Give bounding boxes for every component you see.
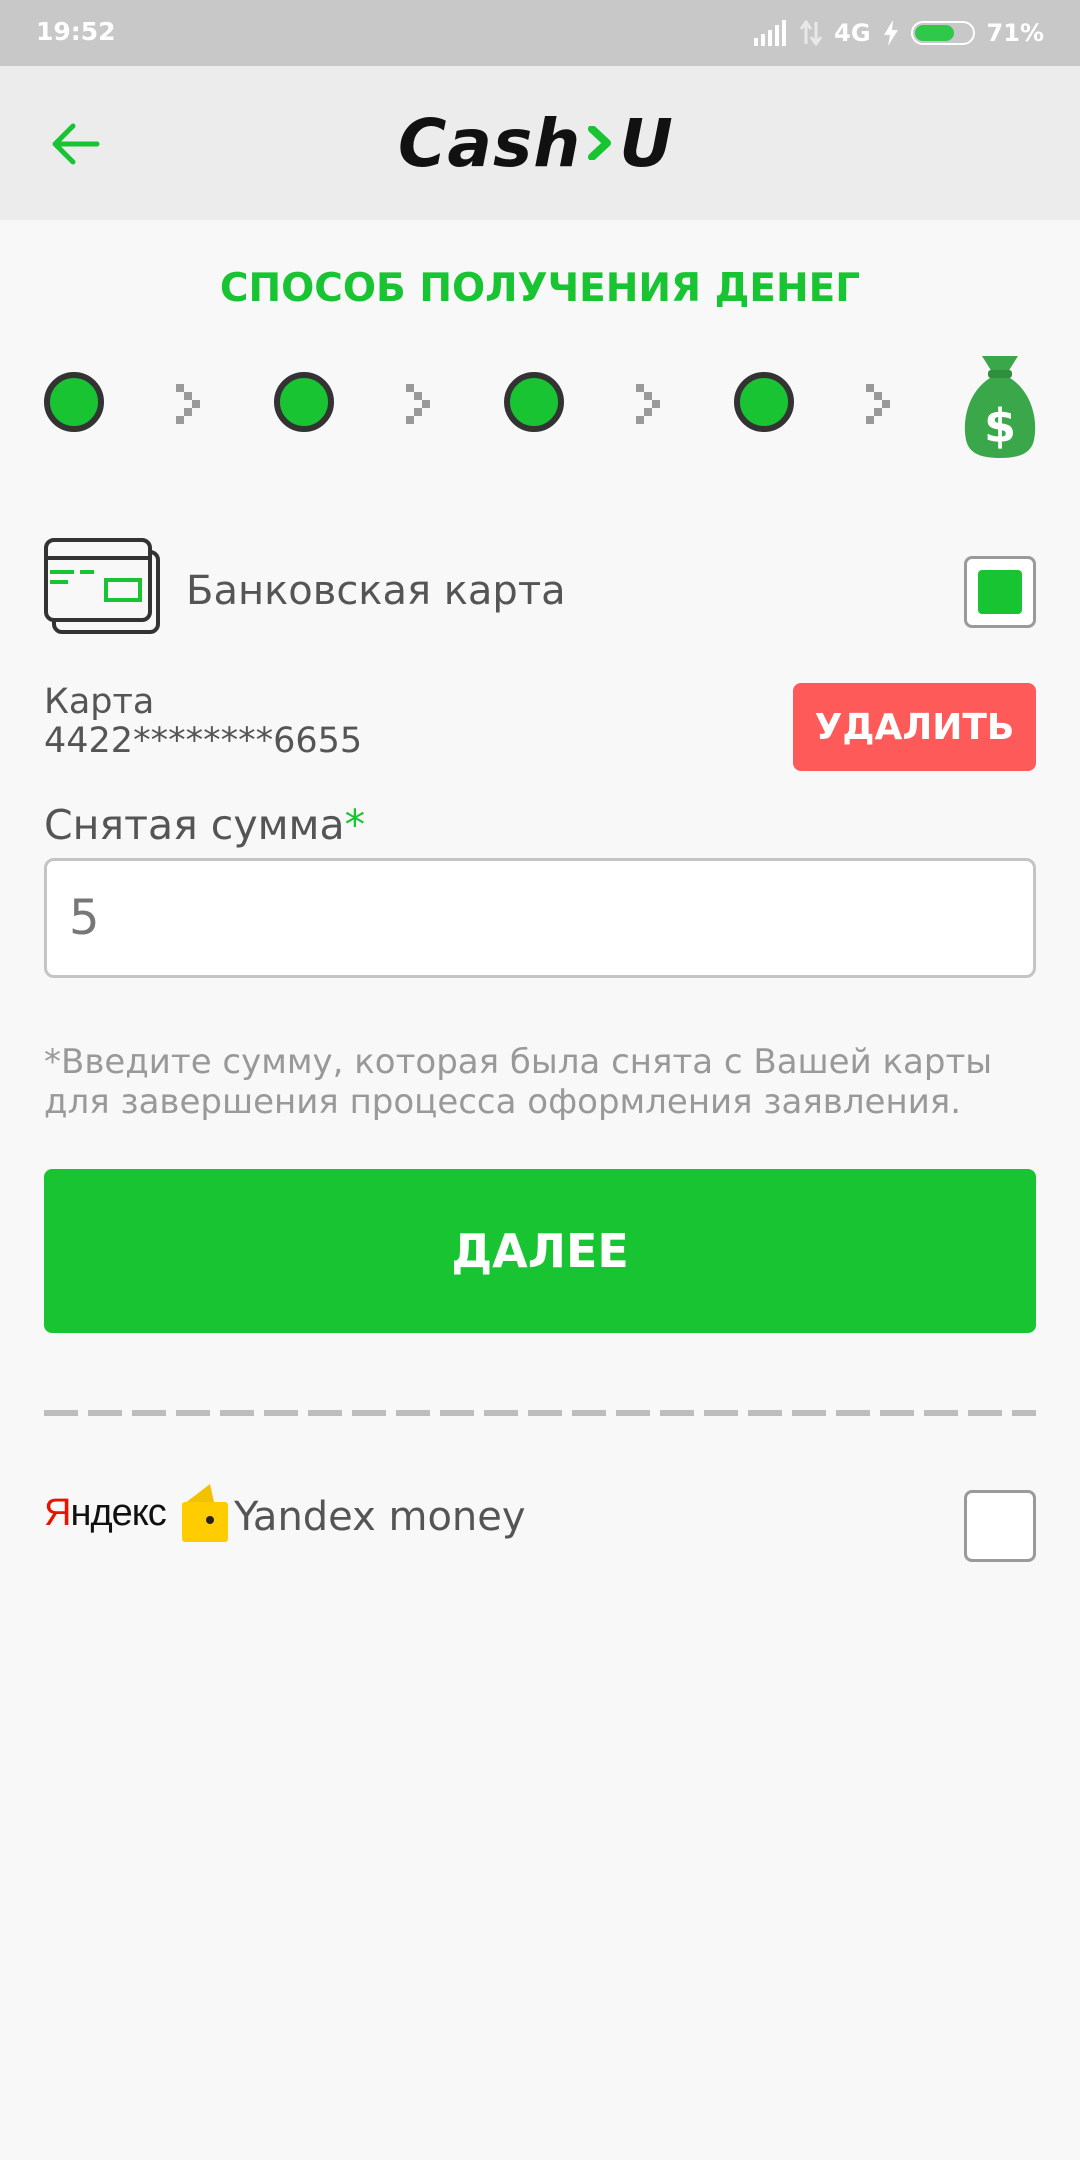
yandex-brand: Яндекс [44, 1491, 167, 1534]
logo-text-left: Cash [398, 104, 582, 182]
logo-text-right: U [619, 104, 674, 182]
step-chevron-icon [866, 384, 890, 424]
checkbox-checked-mark [978, 570, 1022, 614]
status-bar: 19:52 4G 71% [0, 0, 1080, 66]
credit-card-icon [44, 538, 160, 634]
next-button[interactable]: ДАЛЕЕ [44, 1169, 1036, 1333]
battery-icon [910, 21, 975, 45]
card-number: 4422********6655 [44, 721, 363, 761]
arrow-left-icon [52, 123, 100, 165]
required-mark: * [344, 801, 366, 849]
dashed-divider [44, 1410, 1036, 1416]
card-info: Карта 4422********6655 [44, 683, 362, 761]
amount-hint: *Введите сумму, которая была снята с Ваш… [44, 1042, 993, 1122]
status-time: 19:52 [36, 17, 116, 46]
step-chevron-icon [406, 384, 430, 424]
amount-input[interactable] [44, 858, 1036, 978]
yandex-money-option[interactable]: Яндекс Yandex money [44, 1470, 1036, 1580]
yandex-wallet-icon [181, 1484, 228, 1542]
money-bag-icon: $ [964, 356, 1036, 458]
network-type: 4G [834, 19, 871, 47]
card-caption: Карта [44, 682, 155, 722]
yandex-logo: Яндекс [44, 1482, 230, 1544]
svg-text:$: $ [984, 399, 1016, 453]
charging-icon [883, 20, 898, 46]
back-button[interactable] [36, 108, 116, 180]
step-chevron-icon [176, 384, 200, 424]
step-dot-completed [734, 372, 794, 432]
yandex-money-checkbox[interactable] [964, 1490, 1036, 1562]
bank-card-checkbox[interactable] [964, 556, 1036, 628]
cashu-logo: Cash U [398, 104, 674, 182]
data-arrows-icon [800, 20, 823, 46]
battery-percent: 71% [986, 19, 1044, 47]
amount-label: Снятая сумма* [44, 801, 365, 849]
progress-stepper: $ [0, 350, 1080, 460]
delete-card-button[interactable]: УДАЛИТЬ [793, 683, 1036, 771]
step-dot-completed [44, 372, 104, 432]
app-bar: Cash U [0, 66, 1080, 220]
step-dot-completed [504, 372, 564, 432]
logo-chevron-icon [588, 126, 612, 160]
yandex-money-label: Yandex money [234, 1494, 526, 1540]
bank-card-label: Банковская карта [186, 568, 566, 614]
amount-label-text: Снятая сумма [44, 801, 345, 849]
signal-icon [754, 20, 787, 46]
bank-card-option[interactable]: Банковская карта [44, 536, 1036, 646]
status-icons: 4G 71% [754, 16, 1044, 50]
step-chevron-icon [636, 384, 660, 424]
screen-title: СПОСОБ ПОЛУЧЕНИЯ ДЕНЕГ [219, 266, 861, 311]
battery-level [914, 25, 955, 41]
step-dot-completed [274, 372, 334, 432]
